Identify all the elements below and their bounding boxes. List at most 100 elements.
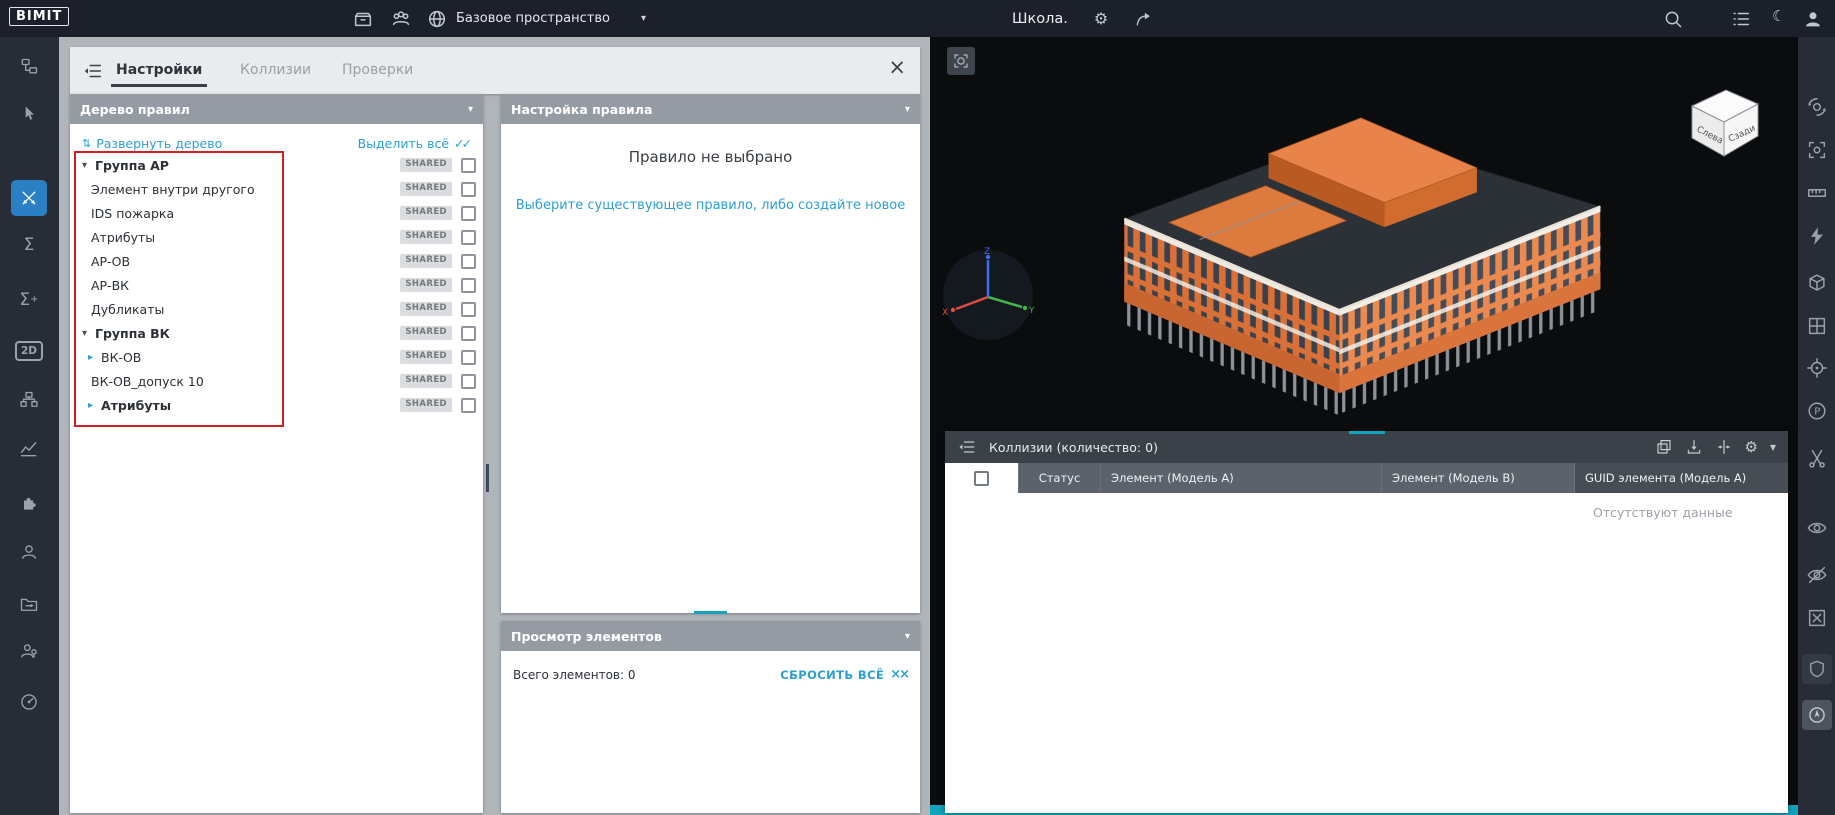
model-hierarchy-button[interactable] xyxy=(12,383,46,417)
section-box-button[interactable] xyxy=(1805,271,1829,295)
tab-checks[interactable]: Проверки xyxy=(342,47,413,94)
column-element-b[interactable]: Элемент (Модель B) xyxy=(1381,463,1574,493)
workspace-select[interactable]: Базовое пространство ▾ xyxy=(456,0,646,37)
collisions-table-header: Статус Элемент (Модель А) Элемент (Модел… xyxy=(945,463,1788,493)
tree-expand-icon[interactable]: ▸ xyxy=(88,400,101,411)
orientation-gizmo[interactable]: X Y Z xyxy=(938,245,1038,345)
model-structure-button[interactable] xyxy=(12,50,46,84)
rules-tree-header[interactable]: Дерево правил ▾ xyxy=(70,94,483,124)
tree-item[interactable]: ▾ Группа ВК SHARED xyxy=(70,321,483,345)
tree-item[interactable]: ▸ ВК-ОВ SHARED xyxy=(70,345,483,369)
select-all-checkbox[interactable] xyxy=(974,470,989,486)
column-status[interactable]: Статус xyxy=(1018,463,1100,493)
tree-item[interactable]: Дубликаты SHARED xyxy=(70,297,483,321)
show-eye-button[interactable] xyxy=(1805,516,1829,540)
tree-item-checkbox[interactable] xyxy=(461,325,476,341)
rules-tree-panel: Дерево правил ▾ ⇅ Развернуть дерево Выде… xyxy=(70,94,483,813)
sum-rules-button[interactable]: Σ xyxy=(12,228,46,262)
tab-settings[interactable]: Настройки xyxy=(110,47,208,94)
share-icon[interactable] xyxy=(1134,9,1154,29)
plugins-button[interactable] xyxy=(12,486,46,520)
shared-badge: SHARED xyxy=(400,278,452,292)
close-icon[interactable]: × xyxy=(888,55,906,79)
tree-item-checkbox[interactable] xyxy=(461,373,476,389)
gear-icon[interactable]: ⚙ xyxy=(1094,10,1108,27)
panel-horizontal-resizer[interactable] xyxy=(694,611,727,614)
elements-view-panel: Просмотр элементов ▾ Всего элементов: 0 … xyxy=(501,621,920,813)
archive-box-icon[interactable] xyxy=(352,8,374,30)
tree-collapse-icon[interactable]: ▾ xyxy=(82,328,95,339)
panel-vertical-resizer[interactable] xyxy=(486,464,489,492)
tree-item[interactable]: ▾ Группа АР SHARED xyxy=(70,153,483,177)
tree-item[interactable]: Атрибуты SHARED xyxy=(70,225,483,249)
collisions-tool-button[interactable] xyxy=(11,180,47,216)
expand-tree-link[interactable]: ⇅ Развернуть дерево xyxy=(82,136,222,151)
list-icon[interactable] xyxy=(1730,8,1752,30)
table-settings-gear-icon[interactable]: ⚙ xyxy=(1745,439,1758,455)
tree-item[interactable]: АР-ВК SHARED xyxy=(70,273,483,297)
rule-settings-header[interactable]: Настройка правила ▾ xyxy=(501,94,920,124)
export-report-icon[interactable] xyxy=(1685,438,1703,456)
checks-chart-button[interactable] xyxy=(12,432,46,466)
column-guid-a[interactable]: GUID элемента (Модель А) xyxy=(1574,463,1788,493)
collisions-resizer[interactable] xyxy=(1349,431,1385,434)
reset-all-link[interactable]: СБРОСИТЬ ВСЁ ×× xyxy=(780,667,910,682)
panel-menu-icon[interactable] xyxy=(957,437,977,457)
select-all-link[interactable]: Выделить всё ✓✓ xyxy=(358,136,472,151)
tree-item[interactable]: IDS пожарка SHARED xyxy=(70,201,483,225)
measure-ruler-button[interactable] xyxy=(1805,181,1829,205)
navigation-cube[interactable]: Слева Сзади xyxy=(1680,76,1768,164)
sum-add-button[interactable]: Σ + xyxy=(12,283,46,317)
world-icon[interactable] xyxy=(426,8,448,30)
tree-item[interactable]: ВК-ОВ_допуск 10 SHARED xyxy=(70,369,483,393)
tree-item-checkbox[interactable] xyxy=(461,181,476,197)
team-icon[interactable] xyxy=(390,8,412,30)
tree-item[interactable]: АР-ОВ SHARED xyxy=(70,249,483,273)
tree-item-checkbox[interactable] xyxy=(461,253,476,269)
tree-item-checkbox[interactable] xyxy=(461,301,476,317)
dark-mode-icon[interactable]: ☾ xyxy=(1772,9,1794,31)
fit-columns-icon[interactable] xyxy=(1715,438,1733,456)
search-icon[interactable] xyxy=(1662,8,1684,30)
tree-item-checkbox[interactable] xyxy=(461,229,476,245)
orbit-button[interactable] xyxy=(1805,95,1829,119)
rule-settings-panel: Настройка правила ▾ Правило не выбрано В… xyxy=(501,94,920,613)
collapse-panel-icon[interactable]: ▾ xyxy=(1770,440,1776,454)
column-element-a[interactable]: Элемент (Модель А) xyxy=(1100,463,1381,493)
panel-menu-icon[interactable] xyxy=(82,60,104,82)
sigma-icon: Σ xyxy=(23,234,35,255)
hide-box-button[interactable] xyxy=(1805,606,1829,630)
tree-item-checkbox[interactable] xyxy=(461,397,476,413)
fit-view-button[interactable] xyxy=(1805,138,1829,162)
elements-view-header[interactable]: Просмотр элементов ▾ xyxy=(501,621,920,651)
section-planes-button[interactable] xyxy=(1805,314,1829,338)
protect-shield-button[interactable] xyxy=(1802,654,1832,684)
tree-item[interactable]: ▸ Атрибуты SHARED xyxy=(70,393,483,417)
rules-tree-title: Дерево правил xyxy=(80,101,190,117)
tree-expand-icon[interactable]: ▸ xyxy=(88,352,101,363)
focus-mode-icon[interactable] xyxy=(947,47,975,75)
hide-eye-off-button[interactable] xyxy=(1805,563,1829,587)
tree-item-checkbox[interactable] xyxy=(461,205,476,221)
tree-item[interactable]: Элемент внутри другого SHARED xyxy=(70,177,483,201)
locate-button[interactable] xyxy=(1805,356,1829,380)
tree-item-checkbox[interactable] xyxy=(461,349,476,365)
tab-collisions[interactable]: Коллизии xyxy=(240,47,311,94)
tree-item-checkbox[interactable] xyxy=(461,157,476,173)
copy-rows-icon[interactable] xyxy=(1655,438,1673,456)
users-button[interactable] xyxy=(12,535,46,569)
reset-all-label: СБРОСИТЬ ВСЁ xyxy=(780,667,885,682)
dashboard-button[interactable] xyxy=(12,685,46,719)
clash-lightning-button[interactable] xyxy=(1805,224,1829,248)
user-avatar-icon[interactable] xyxy=(1802,8,1824,30)
export-folder-button[interactable] xyxy=(12,587,46,621)
tree-collapse-icon[interactable]: ▾ xyxy=(82,160,95,171)
select-tool-button[interactable] xyxy=(12,97,46,131)
drawings-2d-button[interactable]: 2D xyxy=(12,334,46,368)
navigation-compass-button[interactable] xyxy=(1802,700,1832,730)
p-marker-button[interactable]: P xyxy=(1805,399,1829,423)
user-location-button[interactable] xyxy=(12,634,46,668)
tree-item-label: IDS пожарка xyxy=(91,205,175,221)
tree-item-checkbox[interactable] xyxy=(461,277,476,293)
clip-scissors-button[interactable] xyxy=(1805,446,1829,470)
